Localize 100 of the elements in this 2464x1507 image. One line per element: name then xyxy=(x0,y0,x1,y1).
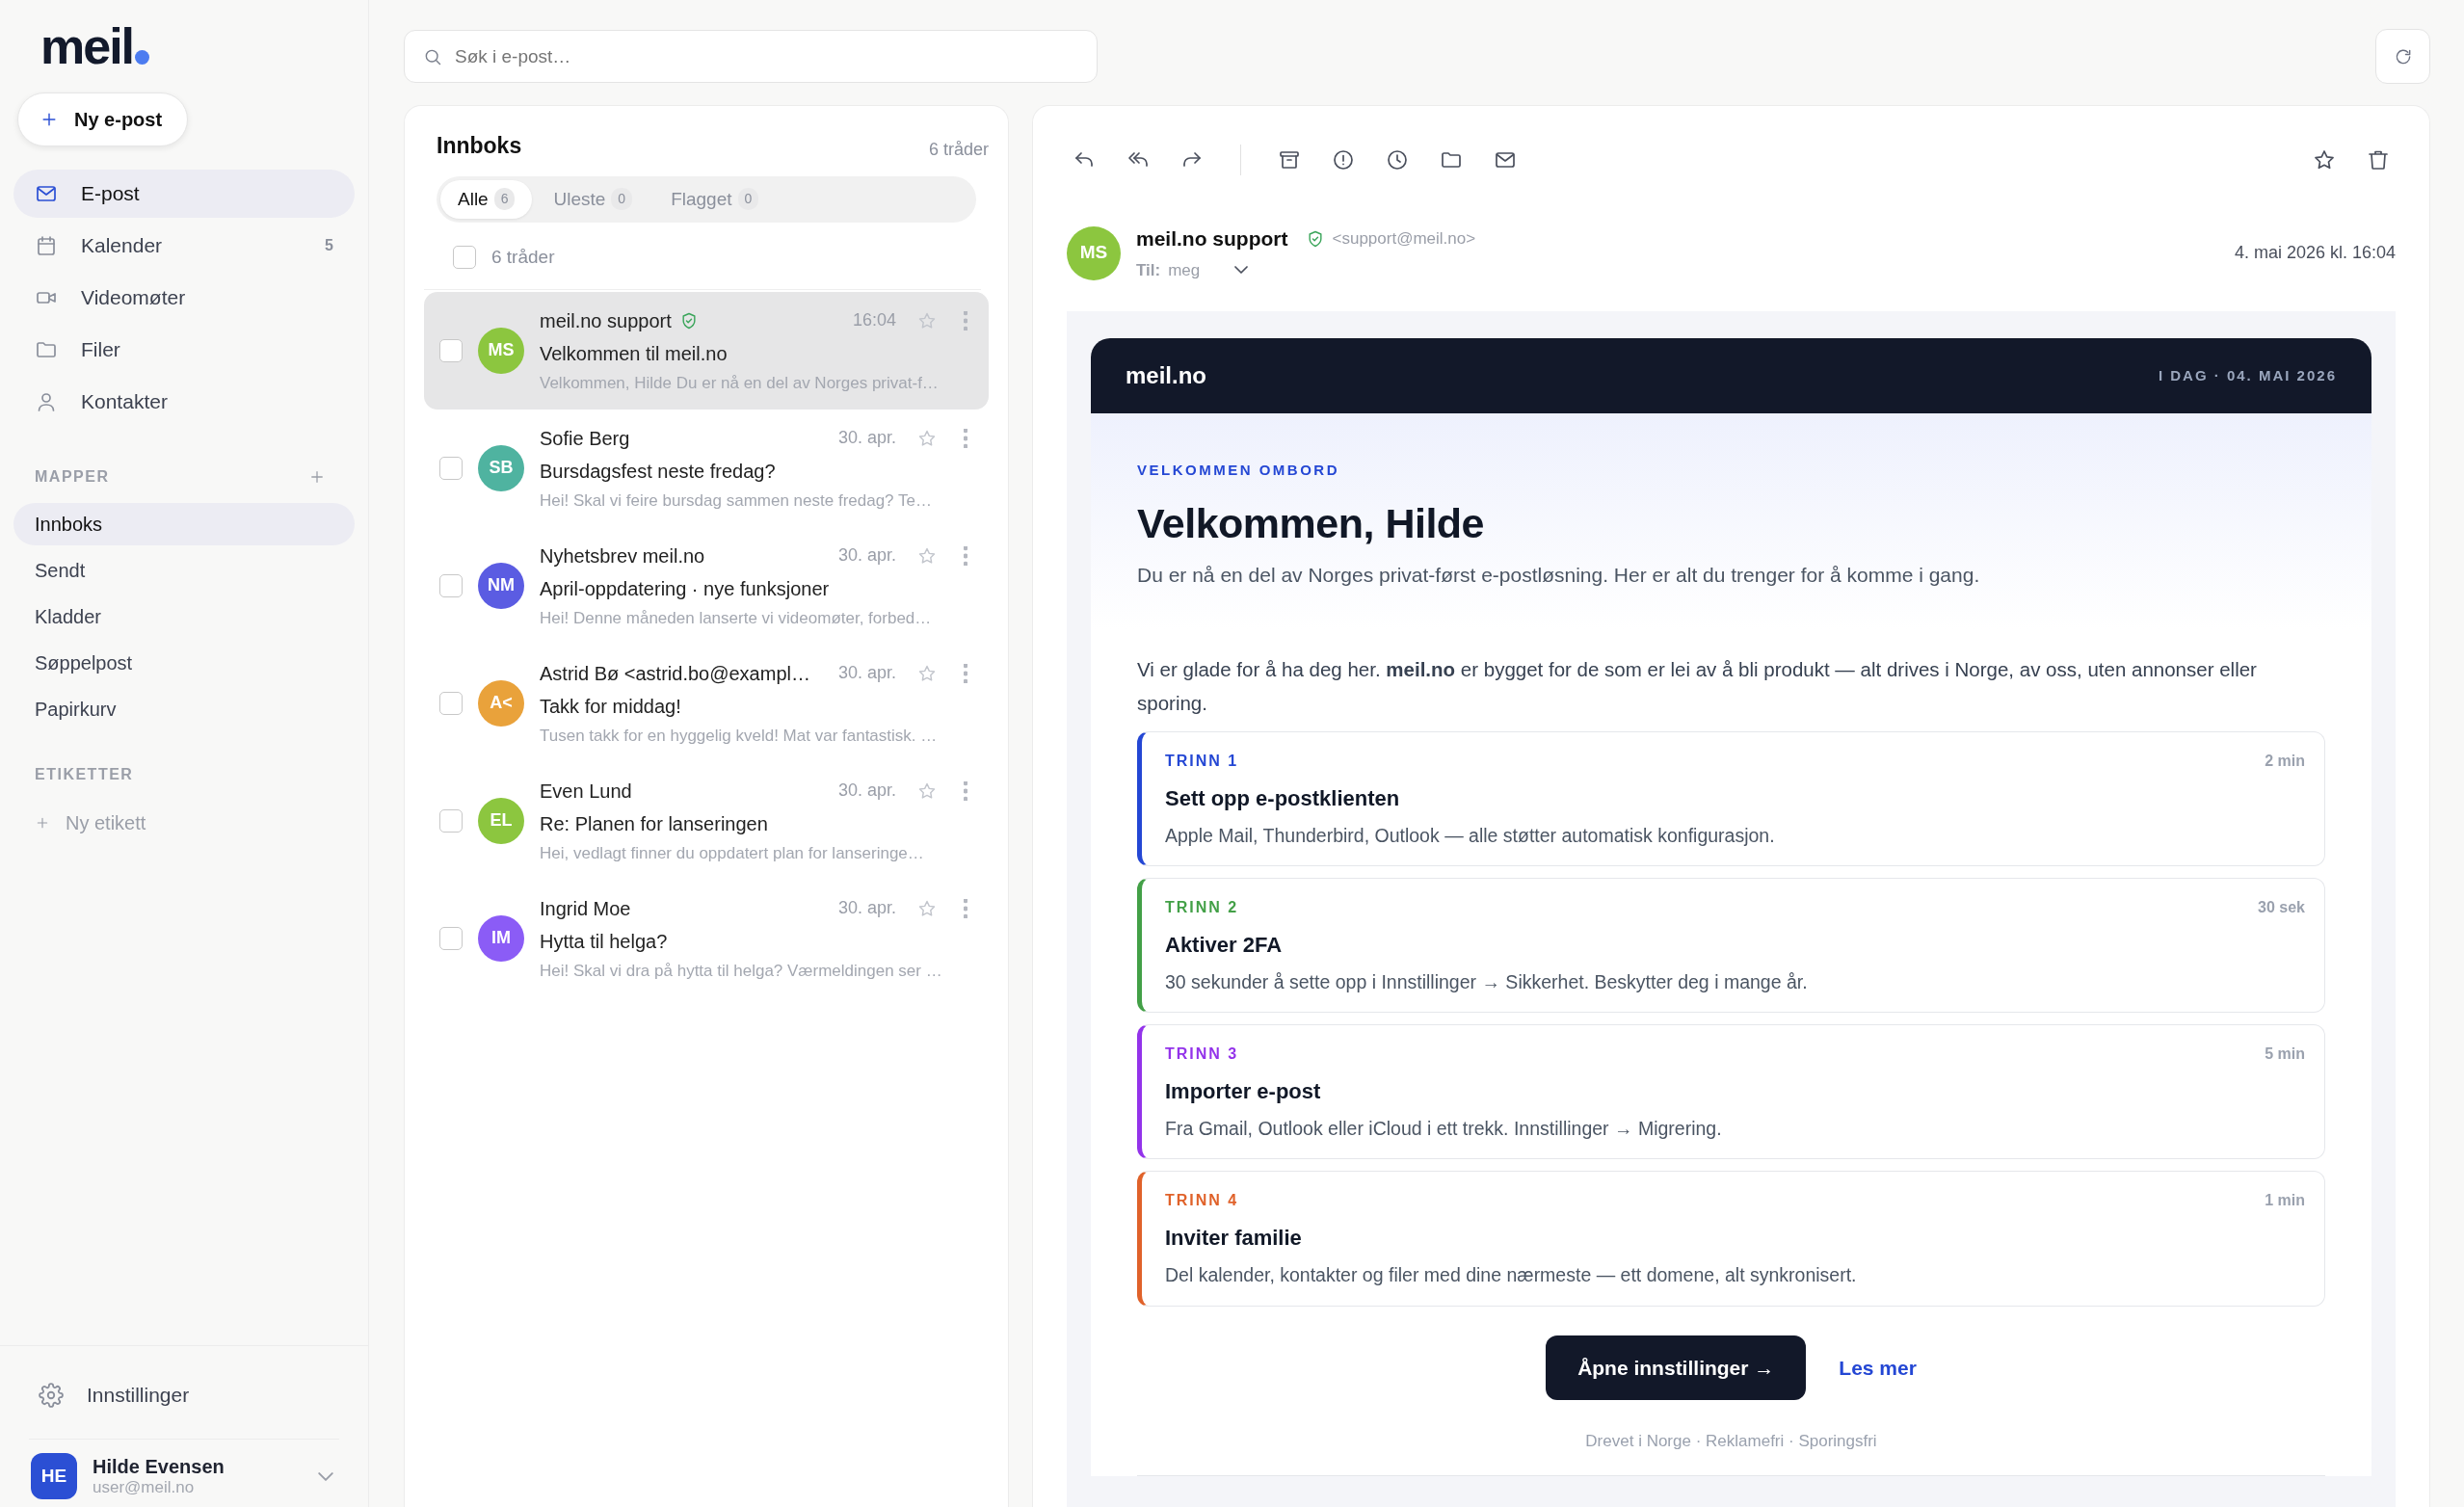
message-row[interactable]: NM Nyhetsbrev meil.no 30. apr. April-oppdatering · nye funksjoner Hei! Denne måneden lanserte vi videomøter, forbed… xyxy=(424,526,989,645)
to-label: Til: xyxy=(1136,259,1161,281)
message-checkbox[interactable] xyxy=(439,926,463,950)
recipient: meg xyxy=(1168,259,1201,281)
user-email: user@meil.no xyxy=(93,1477,196,1497)
star-icon xyxy=(917,780,937,801)
step-description: Del kalender, kontakter og filer med dine nærmeste — ett domene, alt synkronisert. xyxy=(1165,1263,1858,1288)
section-heading: ETIKETTER xyxy=(34,765,135,784)
step-title: Sett opp e-postklienten xyxy=(1165,784,1401,812)
archive-icon xyxy=(1278,148,1301,172)
nav-item[interactable]: E-post xyxy=(13,170,355,218)
step-duration: 5 min xyxy=(2265,1044,2305,1065)
compose-button[interactable]: Ny e-post xyxy=(17,93,189,146)
email-lead: Du er nå en del av Norges privat-først e-postløsning. Her er alt du trenger for å komme i gang. xyxy=(1137,563,1981,589)
message-subject: April-oppdatering · nye funksjoner xyxy=(540,576,831,601)
star-icon xyxy=(917,663,937,683)
email-dateline: I DAG · 04. MAI 2026 xyxy=(2158,365,2337,385)
read-more-link[interactable]: Les mer xyxy=(1839,1352,1917,1384)
message-subject: Velkommen til meil.no xyxy=(540,341,729,366)
message-row[interactable]: IM Ingrid Moe 30. apr. Hytta til helga? Hei! Skal vi dra på hytta til helga? Værmeldingen ser … xyxy=(424,879,989,997)
star-icon xyxy=(917,545,937,566)
folder-item[interactable]: Kladder xyxy=(13,595,355,638)
message-checkbox[interactable] xyxy=(439,808,463,833)
more-icon xyxy=(964,780,967,801)
step-description: 30 sekunder å sette opp i Innstillinger → Sikkerhet. Beskytter deg i mange år. xyxy=(1165,969,1809,994)
list-title: Innboks xyxy=(437,132,522,160)
message-preview: Tusen takk for en hyggelig kveld! Mat var fantastisk. … xyxy=(540,725,939,747)
chevron-down-icon xyxy=(318,1471,333,1481)
step-title: Importer e-post xyxy=(1165,1078,1322,1106)
star-icon xyxy=(917,898,937,918)
message-checkbox[interactable] xyxy=(439,573,463,597)
step-duration: 2 min xyxy=(2265,751,2305,771)
message-checkbox[interactable] xyxy=(439,456,463,480)
filter-tab[interactable]: Alle 6 xyxy=(440,179,533,219)
folder-item[interactable]: Søppelpost xyxy=(13,642,355,684)
message-row[interactable]: EL Even Lund 30. apr. Re: Planen for lanseringen Hei, vedlagt finner du oppdatert plan for lanseringe… xyxy=(424,761,989,880)
sender-name: Ingrid Moe xyxy=(540,896,631,921)
avatar: SB xyxy=(478,444,524,491)
step-label: TRINN 3 xyxy=(1165,1044,1239,1065)
calendar-icon xyxy=(35,234,58,257)
sender-address: <support@meil.no> xyxy=(1332,228,1476,250)
message-preview: Hei, vedlagt finner du oppdatert plan for lanseringe… xyxy=(540,842,925,864)
sender-name: Even Lund xyxy=(540,779,632,804)
user-name: Hilde Evensen xyxy=(93,1455,225,1478)
message-time: 30. apr. xyxy=(837,662,896,685)
folder-item[interactable]: Innboks xyxy=(13,503,355,545)
refresh-button[interactable] xyxy=(2375,29,2430,84)
section-heading: MAPPER xyxy=(34,467,111,487)
nav-item[interactable]: Filer xyxy=(13,326,355,374)
sender-name: Nyhetsbrev meil.no xyxy=(540,543,705,568)
step-description: Fra Gmail, Outlook eller iCloud i ett trekk. Innstillinger → Migrering. xyxy=(1165,1117,1723,1142)
user-avatar: HE xyxy=(31,1453,77,1499)
sender-name: Sofie Berg xyxy=(540,426,630,451)
settings-icon xyxy=(39,1383,64,1408)
nav-item[interactable]: Kontakter xyxy=(13,378,355,426)
nav-item[interactable]: Videomøter xyxy=(13,274,355,322)
step-label: TRINN 4 xyxy=(1165,1191,1239,1211)
star-icon xyxy=(917,428,937,448)
search-field[interactable]: Søk i e-post… xyxy=(404,30,1098,83)
avatar: MS xyxy=(1067,225,1121,280)
chevron-down-icon xyxy=(1234,266,1249,275)
count-label: 5 xyxy=(325,236,333,255)
message-time: 30. apr. xyxy=(837,544,896,568)
count-badge: 0 xyxy=(611,188,633,211)
more-icon xyxy=(964,898,967,918)
message-row[interactable]: MS meil.no support 16:04 Velkommen til meil.no Velkommen, Hilde Du er nå en del av Norges privat-f… xyxy=(424,291,989,410)
logo-dot-icon xyxy=(135,50,150,65)
folder-item[interactable]: Papirkurv xyxy=(13,688,355,730)
settings-button[interactable]: Innstillinger xyxy=(13,1371,355,1419)
email-heading: Velkommen, Hilde xyxy=(1137,498,1486,548)
avatar: NM xyxy=(478,562,524,609)
folder-item[interactable]: Sendt xyxy=(13,549,355,592)
message-subject: Hytta til helga? xyxy=(540,929,669,954)
more-icon xyxy=(964,428,967,448)
more-icon xyxy=(964,310,967,330)
select-all-checkbox[interactable] xyxy=(453,246,476,270)
email-brand: meil.no xyxy=(1126,361,1206,390)
trash-icon xyxy=(2367,148,2390,172)
nav-item[interactable]: Kalender 5 xyxy=(13,222,355,270)
email-paragraph: Vi er glade for å ha deg her. meil.no er bygget for de som er lei av å bli produkt — alt drives i Norge, av oss, uten annonser eller sporing. xyxy=(1137,656,2258,716)
message-preview: Hei! Denne måneden lanserte vi videomøter, forbed… xyxy=(540,607,933,629)
message-row[interactable]: SB Sofie Berg 30. apr. Bursdagsfest neste fredag? Hei! Skal vi feire bursdag sammen neste fredag? Te… xyxy=(424,409,989,527)
step-title: Aktiver 2FA xyxy=(1165,931,1284,959)
message-checkbox[interactable] xyxy=(439,691,463,715)
step-description: Apple Mail, Thunderbird, Outlook — alle støtter automatisk konfigurasjon. xyxy=(1165,823,1776,848)
count-badge: 0 xyxy=(737,188,759,211)
step-title: Inviter familie xyxy=(1165,1225,1303,1253)
open-settings-button[interactable]: Åpne innstillinger → xyxy=(1546,1335,1807,1401)
message-row[interactable]: A< Astrid Bø <astrid.bo@exampl… 30. apr. Takk for middag! Tusen takk for en hyggelig kveld! Mat var fantastisk. … xyxy=(424,644,989,762)
message-subject: Re: Planen for lanseringen xyxy=(540,811,769,836)
step-duration: 30 sek xyxy=(2258,897,2305,917)
sender-name: meil.no support xyxy=(1136,226,1288,251)
search-icon xyxy=(423,47,442,66)
more-icon xyxy=(964,663,967,683)
clock-icon xyxy=(1386,148,1409,172)
message-preview: Hei! Skal vi feire bursdag sammen neste fredag? Te… xyxy=(540,489,933,512)
message-checkbox[interactable] xyxy=(439,338,463,362)
count-badge: 6 xyxy=(493,188,516,211)
step-duration: 1 min xyxy=(2265,1191,2305,1211)
star-icon xyxy=(2313,148,2336,172)
